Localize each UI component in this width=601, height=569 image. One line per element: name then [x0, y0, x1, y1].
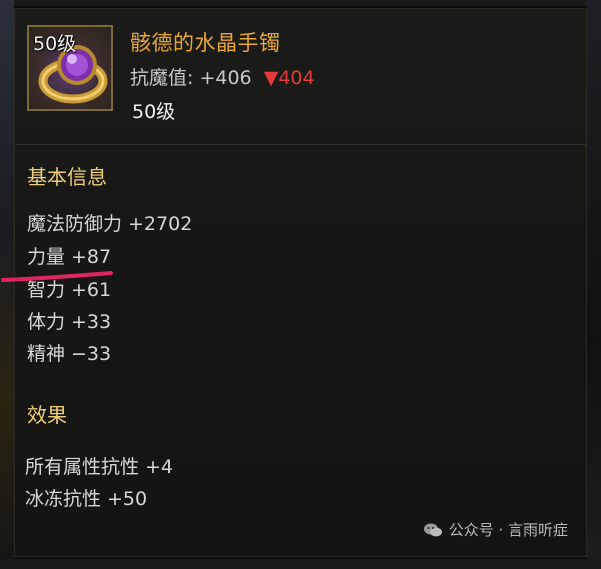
- item-level: 50级: [132, 101, 176, 123]
- effect-value: +50: [107, 488, 148, 510]
- window-frame-right: [587, 0, 601, 569]
- resist-row: 抗魔值: +406 ▼404: [130, 63, 315, 90]
- effect-row: 所有属性抗性 +4: [25, 452, 173, 479]
- basic-info-title: 基本信息: [27, 165, 107, 189]
- window-frame-bottom: [0, 559, 601, 569]
- effect-row: 冰冻抗性 +50: [25, 484, 147, 511]
- down-arrow-icon: ▼: [263, 67, 279, 89]
- item-tooltip: 50级 骸德的水晶手镯 抗魔值: +406 ▼404 50级 基本信息 魔法防御…: [1, 8, 587, 557]
- stat-label: 精神: [27, 343, 66, 365]
- stat-row: 体力 +33: [27, 307, 111, 334]
- item-name: 骸德的水晶手镯: [130, 31, 281, 55]
- stat-value: −33: [71, 343, 112, 365]
- crystal-bracelet-icon[interactable]: 50级: [27, 25, 113, 111]
- stat-label: 力量: [27, 246, 66, 268]
- watermark: 公众号 · 言雨听症: [423, 519, 568, 540]
- window-frame-top: [0, 0, 601, 6]
- resist-value: +406: [199, 67, 252, 89]
- effect-value: +4: [145, 456, 174, 478]
- effects-title: 效果: [27, 403, 67, 427]
- effect-label: 冰冻抗性: [25, 488, 102, 510]
- red-underline-mark: [1, 271, 113, 282]
- effect-label: 所有属性抗性: [25, 456, 140, 478]
- item-level-badge: 50级: [33, 33, 77, 55]
- resist-decrease-value: 404: [278, 67, 315, 89]
- stat-row: 魔法防御力 +2702: [27, 209, 192, 236]
- stat-label: 体力: [27, 311, 66, 333]
- resist-label: 抗魔值:: [130, 67, 194, 89]
- stat-value: +33: [71, 311, 112, 333]
- stat-label: 魔法防御力: [27, 213, 123, 235]
- stat-value: +87: [71, 246, 112, 268]
- stat-row: 精神 −33: [27, 339, 111, 366]
- stat-row: 力量 +87: [27, 242, 111, 269]
- stat-value: +2702: [128, 213, 193, 235]
- section-divider: [15, 144, 586, 145]
- wechat-icon: [423, 523, 442, 536]
- resist-decrease: ▼404: [264, 67, 315, 89]
- watermark-text: 公众号 · 言雨听症: [448, 521, 568, 539]
